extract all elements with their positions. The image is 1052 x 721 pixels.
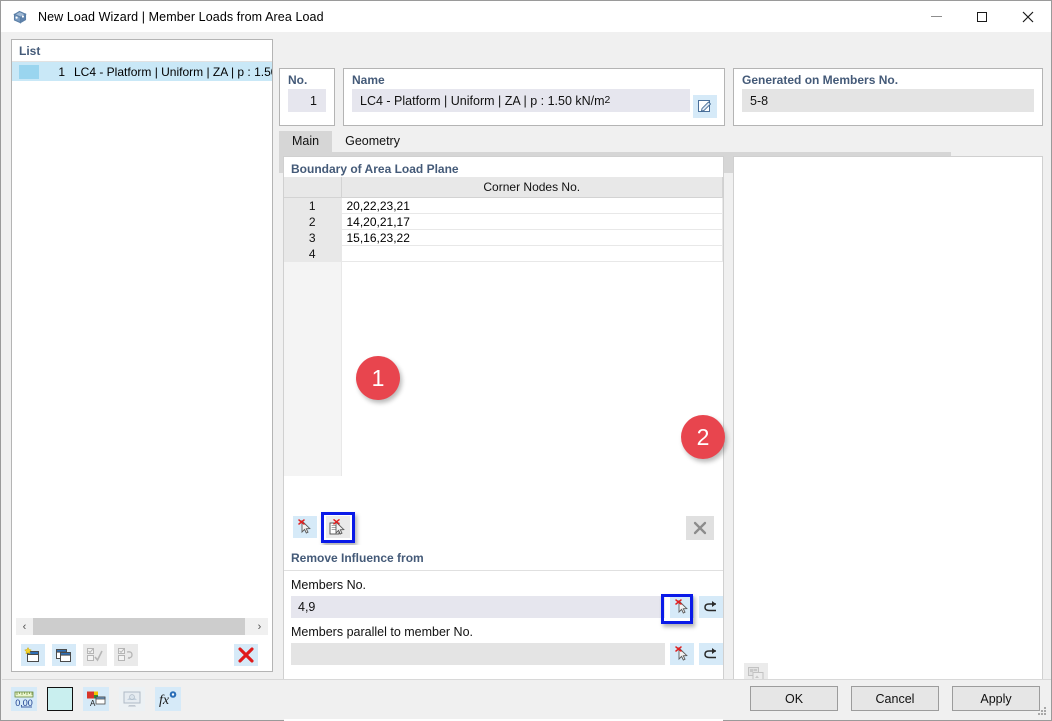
close-icon[interactable] (1005, 1, 1051, 32)
list-item-number: 1 (43, 65, 65, 79)
annotation-badge-1: 1 (356, 356, 400, 400)
geometry-panel: Boundary of Area Load Plane Corner Nodes… (283, 156, 724, 696)
edit-pencil-icon[interactable] (693, 95, 717, 118)
color-swatch-icon[interactable] (47, 687, 73, 711)
delete-item-button[interactable] (234, 644, 258, 666)
number-field-value[interactable]: 1 (288, 89, 326, 112)
annotation-badge-2: 2 (681, 415, 725, 459)
row-index: 4 (284, 246, 341, 262)
footer-tools: 0,00 A (11, 687, 191, 711)
scrollbar-thumb[interactable] (33, 618, 245, 635)
number-field-panel: No. 1 (279, 68, 335, 126)
ok-button[interactable]: OK (750, 686, 838, 711)
table-header-row: Corner Nodes No. (284, 177, 723, 198)
row-index: 3 (284, 230, 341, 246)
parallel-pick-button[interactable] (670, 643, 694, 665)
minimize-icon[interactable] (913, 1, 959, 32)
row-index: 1 (284, 198, 341, 214)
row-corner-nodes[interactable] (341, 246, 723, 262)
number-field-label: No. (280, 69, 334, 89)
generated-members-panel: Generated on Members No. 5-8 (733, 68, 1043, 126)
scroll-left-icon[interactable]: ‹ (16, 618, 33, 635)
members-reset-button[interactable] (699, 596, 723, 618)
boundary-group-title: Boundary of Area Load Plane (284, 157, 723, 176)
boundary-values-filler (342, 262, 723, 476)
pick-nodes-button[interactable] (293, 516, 317, 538)
scroll-right-icon[interactable]: › (251, 618, 268, 635)
row-index: 2 (284, 214, 341, 230)
name-field-label: Name (344, 69, 724, 89)
copy-item-button[interactable] (52, 644, 76, 666)
list-horizontal-scrollbar[interactable]: ‹ › (16, 618, 268, 635)
load-color-swatch (19, 65, 39, 79)
dialog-buttons: OK Cancel Apply (737, 686, 1040, 711)
table-row[interactable]: 2 14,20,21,17 (284, 214, 723, 230)
members-parallel-label: Members parallel to member No. (284, 618, 723, 643)
apply-button[interactable]: Apply (952, 686, 1040, 711)
members-parallel-row (284, 643, 723, 665)
select-all-button (83, 644, 107, 666)
preview-panel (733, 156, 1043, 696)
cancel-button[interactable]: Cancel (851, 686, 939, 711)
boundary-empty-area (284, 262, 723, 476)
list-rows: 1 LC4 - Platform | Uniform | ZA | p : 1.… (12, 62, 272, 611)
tab-strip: Main Geometry (279, 131, 1043, 152)
row-corner-nodes[interactable]: 14,20,21,17 (341, 214, 723, 230)
boundary-table-wrap: Corner Nodes No. 1 20,22,23,21 2 14,20,2… (284, 177, 723, 476)
members-no-input[interactable]: 4,9 (291, 596, 665, 618)
row-corner-nodes[interactable]: 20,22,23,21 (341, 198, 723, 214)
generated-members-value: 5-8 (742, 89, 1034, 112)
members-parallel-input[interactable] (291, 643, 665, 665)
table-row[interactable]: 1 20,22,23,21 (284, 198, 723, 214)
table-row[interactable]: 3 15,16,23,22 (284, 230, 723, 246)
clear-table-button[interactable] (686, 516, 714, 540)
svg-text:0,00: 0,00 (15, 698, 33, 708)
remove-influence-title: Remove Influence from (284, 545, 723, 565)
parallel-reset-button[interactable] (699, 643, 723, 665)
load-wizard-dialog: New Load Wizard | Member Loads from Area… (0, 0, 1052, 721)
generated-members-label: Generated on Members No. (734, 69, 1042, 89)
remove-influence-group: Remove Influence from Members No. 4,9 (284, 545, 723, 683)
name-field-exponent: 2 (605, 95, 611, 106)
invert-selection-button (114, 644, 138, 666)
resize-grip[interactable] (1037, 706, 1047, 716)
fx-icon[interactable]: fx (155, 687, 181, 711)
members-no-row: 4,9 (284, 596, 723, 618)
scrollbar-track[interactable] (33, 618, 251, 635)
footer-bar: 0,00 A (2, 679, 1051, 719)
boundary-col-nodes: Corner Nodes No. (341, 177, 723, 198)
display-properties-icon[interactable]: A (83, 687, 109, 711)
list-header: List (12, 40, 272, 62)
list-item[interactable]: 1 LC4 - Platform | Uniform | ZA | p : 1.… (12, 62, 272, 81)
row-corner-nodes[interactable]: 15,16,23,22 (341, 230, 723, 246)
maximize-icon[interactable] (959, 1, 1005, 32)
title-bar: New Load Wizard | Member Loads from Area… (1, 1, 1051, 32)
name-field-text: LC4 - Platform | Uniform | ZA | p : 1.50… (352, 94, 605, 108)
window-controls (913, 1, 1051, 32)
name-field-value[interactable]: LC4 - Platform | Uniform | ZA | p : 1.50… (352, 89, 690, 112)
name-field-panel: Name LC4 - Platform | Uniform | ZA | p :… (343, 68, 725, 126)
list-toolbar (12, 638, 272, 671)
list-panel: List 1 LC4 - Platform | Uniform | ZA | p… (11, 39, 273, 672)
new-item-button[interactable] (21, 644, 45, 666)
units-000-icon[interactable]: 0,00 (11, 687, 37, 711)
boundary-col-index (284, 177, 341, 198)
boundary-table: Corner Nodes No. 1 20,22,23,21 2 14,20,2… (284, 177, 723, 262)
tab-geometry[interactable]: Geometry (332, 131, 413, 152)
members-no-label: Members No. (284, 571, 723, 596)
window-title: New Load Wizard | Member Loads from Area… (38, 10, 324, 24)
list-item-label: LC4 - Platform | Uniform | ZA | p : 1.50… (74, 65, 272, 79)
dialog-body: List 1 LC4 - Platform | Uniform | ZA | p… (2, 32, 1051, 682)
svg-text:fx: fx (159, 693, 170, 708)
highlight-box-1 (321, 512, 355, 543)
svg-text:A: A (90, 699, 96, 708)
highlight-box-2 (661, 594, 693, 624)
render-icon (119, 687, 145, 711)
load-wizard-icon (11, 8, 29, 26)
boundary-index-filler (284, 262, 342, 476)
table-row[interactable]: 4 (284, 246, 723, 262)
tab-main[interactable]: Main (279, 131, 332, 152)
